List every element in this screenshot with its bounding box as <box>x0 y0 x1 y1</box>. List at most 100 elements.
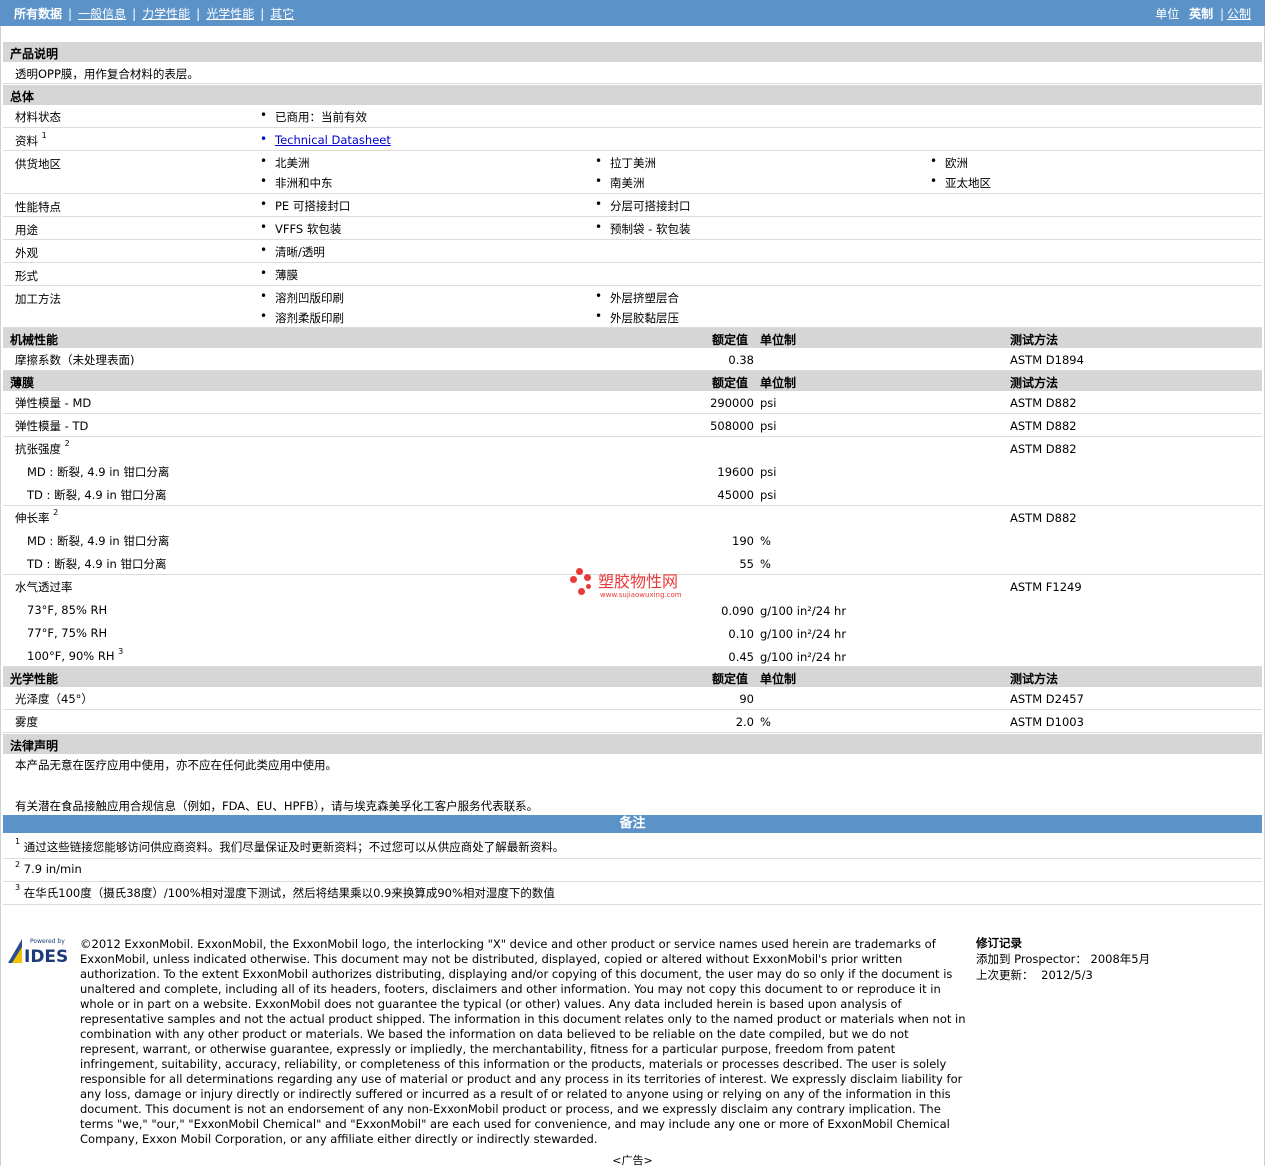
section-general: 总体 <box>3 85 1262 105</box>
advertisement[interactable]: <广告> <box>0 1152 1265 1168</box>
row-method: ASTM D1003 <box>1010 715 1084 729</box>
copyright-text: ©2012 ExxonMobil. ExxonMobil, the ExxonM… <box>80 937 966 1146</box>
row-friction: 摩擦系数（未处理表面) 0.38 ASTM D1894 <box>3 348 1262 371</box>
row-method: ASTM D2457 <box>1010 692 1084 706</box>
section-nav: 所有数据 | 一般信息 | 力学性能 | 光学性能 | 其它 <box>14 7 295 21</box>
section-title: 机械性能 <box>10 333 59 347</box>
section-description: 产品说明 <box>3 42 1262 62</box>
row-value: 19600 <box>717 465 754 479</box>
row-features: 性能特点 PE 可搭接封口 分层可搭接封口 <box>3 195 1262 217</box>
watermark: 塑胶物性网 www.sujiaowuxing.com <box>570 568 710 604</box>
nav-general-info[interactable]: 一般信息 <box>78 7 126 21</box>
technical-datasheet-link[interactable]: Technical Datasheet <box>260 132 391 147</box>
description-row: 透明OPP膜，用作复合材料的表层。 <box>3 62 1262 84</box>
col-header-method: 测试方法 <box>1010 376 1059 390</box>
section-title: 光学性能 <box>10 672 59 686</box>
section-legal: 法律声明 <box>3 734 1262 754</box>
section-optical: 光学性能 额定值 单位制 测试方法 <box>3 667 1262 687</box>
row-source: 资料 1 Technical Datasheet <box>3 129 1262 151</box>
notes-header: 备注 <box>3 815 1262 833</box>
row-label: 性能特点 <box>15 200 61 214</box>
row-value: 508000 <box>710 419 754 433</box>
footnote-2: 2 7.9 in/min <box>3 859 1262 882</box>
row-method: ASTM D882 <box>1010 396 1077 410</box>
row-value: 290000 <box>710 396 754 410</box>
row-unit: psi <box>760 396 777 410</box>
row-status: 材料状态 已商用：当前有效 <box>3 105 1262 128</box>
row-unit: psi <box>760 488 777 502</box>
row-method: ASTM D882 <box>1010 442 1077 456</box>
legal-text-1: 本产品无意在医疗应用中使用，亦不应在任何此类应用中使用。 <box>15 758 337 772</box>
row-method: ASTM D882 <box>1010 419 1077 433</box>
row-label: 伸长率 2 <box>15 508 59 525</box>
nav-optical[interactable]: 光学性能 <box>206 7 254 21</box>
row-label: 材料状态 <box>15 110 61 124</box>
row-label: 加工方法 <box>15 292 61 306</box>
row-processing: 加工方法 溶剂凹版印刷 外层挤塑层合 溶剂柔版印刷 外层胶黏层压 <box>3 287 1262 328</box>
row-method: ASTM D882 <box>1010 511 1077 525</box>
row-modulus-td: 弹性模量 - TD 508000 psi ASTM D882 <box>3 414 1262 437</box>
row-haze: 雾度 2.0 % ASTM D1003 <box>3 710 1262 733</box>
unit-label: 单位 <box>1155 7 1180 21</box>
row-unit: psi <box>760 465 777 479</box>
section-mechanical: 机械性能 额定值 单位制 测试方法 <box>3 328 1262 348</box>
row-sublabel: 77°F, 75% RH <box>27 626 108 640</box>
form-item: 薄膜 <box>260 266 298 283</box>
row-value: 2.0 <box>735 715 754 729</box>
col-header-nominal: 额定值 <box>712 333 749 347</box>
unit-metric-link[interactable]: 公制 <box>1227 7 1251 21</box>
row-label: 弹性模量 - TD <box>15 419 89 433</box>
row-value: 0.090 <box>721 604 754 618</box>
row-uses: 用途 VFFS 软包装 预制袋 - 软包装 <box>3 218 1262 240</box>
svg-text:IDES: IDES <box>24 947 68 965</box>
row-value: 45000 <box>717 488 754 502</box>
row-label: 抗张强度 2 <box>15 439 70 456</box>
appearance-item: 清晰/透明 <box>260 243 325 260</box>
row-unit: psi <box>760 419 777 433</box>
row-unit: % <box>760 534 771 548</box>
row-label: 外观 <box>15 246 38 260</box>
row-sublabel: TD : 断裂, 4.9 in 钳口分离 <box>27 557 167 571</box>
row-unit: g/100 in²/24 hr <box>760 650 847 664</box>
region-item: 南美洲 <box>595 174 644 191</box>
row-label: 用途 <box>15 223 38 237</box>
section-title: 薄膜 <box>10 376 35 390</box>
row-label: 资料 1 <box>15 131 47 148</box>
top-nav-bar: 所有数据 | 一般信息 | 力学性能 | 光学性能 | 其它 单位 英制 | 公制 <box>0 0 1265 26</box>
description-text: 透明OPP膜，用作复合材料的表层。 <box>15 67 199 81</box>
watermark-url: www.sujiaowuxing.com <box>600 591 682 599</box>
row-label: 水气透过率 <box>15 580 73 594</box>
row-method: ASTM F1249 <box>1010 580 1082 594</box>
row-sublabel: MD : 断裂, 4.9 in 钳口分离 <box>27 465 170 479</box>
row-regions: 供货地区 北美洲 拉丁美洲 欧洲 非洲和中东 南美洲 亚太地区 <box>3 152 1262 194</box>
section-title: 产品说明 <box>10 47 59 61</box>
feature-item: PE 可搭接封口 <box>260 197 350 214</box>
row-value: 90 <box>739 692 754 706</box>
row-label: 雾度 <box>15 715 38 729</box>
use-item: VFFS 软包装 <box>260 220 341 237</box>
processing-item: 溶剂凹版印刷 <box>260 289 344 306</box>
col-header-unit: 单位制 <box>760 333 797 347</box>
legal-text-2: 有关潜在食品接触应用合规信息（例如，FDA、EU、HPFB），请与埃克森美孚化工… <box>15 799 539 813</box>
row-value: 55 <box>739 557 754 571</box>
nav-mechanical[interactable]: 力学性能 <box>142 7 190 21</box>
status-value: 已商用：当前有效 <box>260 108 367 125</box>
row-unit: g/100 in²/24 hr <box>760 627 847 641</box>
row-value: 0.38 <box>728 353 754 367</box>
row-label: 弹性模量 - MD <box>15 396 92 410</box>
row-sublabel: 73°F, 85% RH <box>27 603 108 617</box>
nav-other[interactable]: 其它 <box>270 7 294 21</box>
footnote-3: 3 在华氏100度（摄氏38度）/100%相对湿度下测试，然后将结果乘以0.9来… <box>3 882 1262 905</box>
row-method: ASTM D1894 <box>1010 353 1084 367</box>
row-sublabel: 100°F, 90% RH 3 <box>27 647 124 663</box>
processing-item: 外层胶黏层压 <box>595 309 679 326</box>
nav-all-data[interactable]: 所有数据 <box>14 7 62 21</box>
row-value: 0.45 <box>728 650 754 664</box>
col-header-unit: 单位制 <box>760 376 797 390</box>
row-gloss: 光泽度（45°） 90 ASTM D2457 <box>3 687 1262 710</box>
col-header-method: 测试方法 <box>1010 672 1059 686</box>
row-label: 形式 <box>15 269 38 283</box>
ides-logo[interactable]: Powered by IDES <box>8 935 72 967</box>
footnote-1: 1 通过这些链接您能够访问供应商资料。我们尽量保证及时更新资料；不过您可以从供应… <box>3 836 1262 859</box>
revision-added: 添加到 Prospector： 2008年5月 <box>976 952 1151 966</box>
